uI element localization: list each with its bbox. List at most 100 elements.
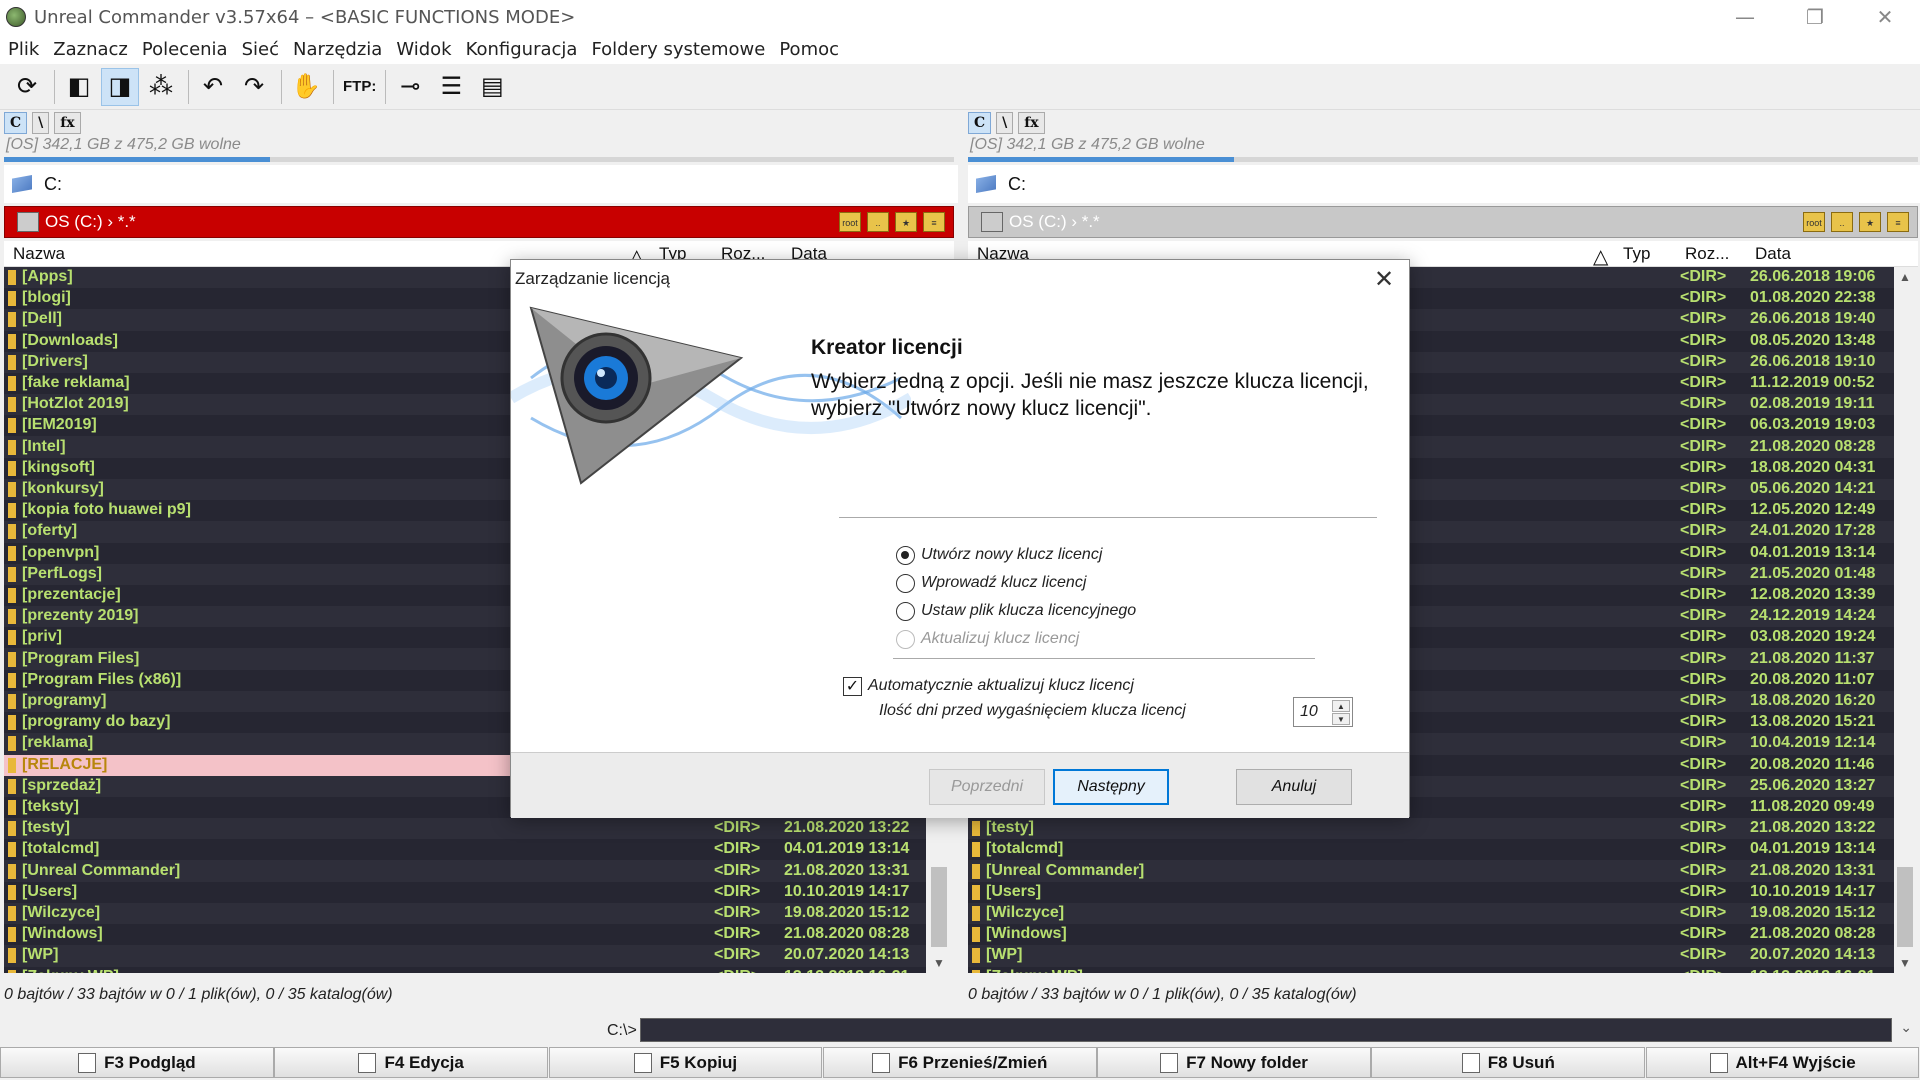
tree-view-icon[interactable]: ⁂ (142, 68, 180, 106)
chevron-down-icon[interactable]: ⌄ (1900, 1019, 1912, 1036)
folder-icon (8, 672, 16, 688)
auto-update-checkbox-row[interactable]: ✓ Automatycznie aktualizuj klucz licencj (843, 674, 1134, 698)
brief-view-icon[interactable]: ◧ (60, 68, 98, 106)
fx-button[interactable]: fx (54, 112, 81, 134)
file-name: [Apps] (22, 268, 73, 285)
table-row[interactable]: [totalcmd] <DIR> 04.01.2019 13:14 (4, 839, 926, 861)
table-row[interactable]: [Users] <DIR> 10.10.2019 14:17 (4, 881, 926, 903)
table-row[interactable]: [testy] <DIR> 21.08.2020 13:22 (4, 818, 926, 839)
fkey-button[interactable]: F4 Edycja (274, 1047, 549, 1078)
history-icon[interactable]: ≡ (923, 212, 945, 232)
path-row[interactable]: C: (968, 165, 1920, 203)
panel-header[interactable]: OS (C:) › *.* root .. ★ ≡ (4, 206, 954, 238)
option-enter-key[interactable]: Wprowadź klucz licencj (896, 571, 1086, 595)
panel-header[interactable]: OS (C:) › *.* root .. ★ ≡ (968, 206, 1918, 238)
close-button[interactable]: ✕ (1850, 0, 1920, 34)
menu-item[interactable]: Plik (8, 39, 39, 60)
column-size[interactable]: Roz... (1680, 244, 1729, 264)
file-name: [programy] (22, 692, 107, 709)
command-input[interactable] (640, 1018, 1892, 1042)
menu-item[interactable]: Pomoc (779, 39, 839, 60)
fkey-button[interactable]: F7 Nowy folder (1097, 1047, 1371, 1078)
drive-c-button[interactable]: C (968, 112, 992, 134)
stepper-up-icon[interactable]: ▲ (1332, 700, 1350, 712)
option-create-new-key[interactable]: Utwórz nowy klucz licencj (896, 543, 1102, 567)
root-button[interactable]: \ (32, 112, 50, 134)
fkey-button[interactable]: Alt+F4 Wyjście (1645, 1047, 1920, 1078)
folder-icon (8, 948, 16, 964)
back-button[interactable]: Poprzedni (929, 769, 1045, 805)
table-row[interactable]: [Zakupy WP] <DIR> 13.12.2018 16:21 (968, 966, 1894, 973)
file-name: [blogi] (22, 289, 71, 307)
scroll-down-icon[interactable]: ▼ (1894, 953, 1916, 973)
table-row[interactable]: [totalcmd] <DIR> 04.01.2019 13:14 (968, 839, 1894, 861)
queue-icon[interactable]: ☰ (432, 68, 470, 106)
pack-icon[interactable]: ✋ (287, 68, 325, 106)
stepper-down-icon[interactable]: ▼ (1332, 713, 1350, 725)
drive-c-button[interactable]: C (4, 112, 28, 134)
scroll-down-icon[interactable]: ▼ (928, 953, 950, 973)
days-stepper[interactable]: 10 ▲ ▼ (1293, 697, 1353, 727)
root-folder-icon[interactable]: root (839, 212, 861, 232)
favorites-icon[interactable]: ★ (1859, 212, 1881, 232)
path-row[interactable]: C: (4, 165, 958, 203)
menu-item[interactable]: Narzędzia (293, 39, 382, 60)
table-row[interactable]: [Users] <DIR> 10.10.2019 14:17 (968, 881, 1894, 903)
file-name: [Users] (22, 882, 78, 900)
file-date: 24.12.2019 14:24 (1750, 607, 1876, 625)
table-row[interactable]: [Unreal Commander] <DIR> 21.08.2020 13:31 (968, 861, 1894, 882)
up-folder-icon[interactable]: .. (867, 212, 889, 232)
menu-item[interactable]: Widok (396, 39, 451, 60)
fkey-button[interactable]: F6 Przenieś/Zmień (822, 1047, 1097, 1078)
connect-icon[interactable]: ⊸ (391, 68, 429, 106)
root-button[interactable]: \ (996, 112, 1014, 134)
fkey-button[interactable]: F8 Usuń (1371, 1047, 1646, 1078)
menu-item[interactable]: Polecenia (142, 39, 228, 60)
fx-button[interactable]: fx (1018, 112, 1045, 134)
fkey-button[interactable]: F5 Kopiuj (548, 1047, 823, 1078)
file-name: [Dell] (22, 310, 62, 328)
arrow-left-icon[interactable]: ↶ (194, 68, 232, 106)
menu-item[interactable]: Foldery systemowe (591, 39, 765, 60)
column-type[interactable]: Typ (1618, 244, 1650, 264)
scroll-up-icon[interactable]: ▲ (1894, 267, 1916, 287)
restore-button[interactable]: ❐ (1780, 0, 1850, 34)
table-row[interactable]: [WP] <DIR> 20.07.2020 14:13 (968, 945, 1894, 966)
up-folder-icon[interactable]: .. (1831, 212, 1853, 232)
table-row[interactable]: [Wilczyce] <DIR> 19.08.2020 15:12 (968, 903, 1894, 924)
fkey-button[interactable]: F3 Podgląd (0, 1047, 274, 1078)
full-view-icon[interactable]: ◨ (101, 67, 139, 106)
root-folder-icon[interactable]: root (1803, 212, 1825, 232)
radio-button[interactable] (896, 545, 915, 565)
notes-icon[interactable]: ▤ (473, 68, 511, 106)
table-row[interactable]: [Windows] <DIR> 21.08.2020 08:28 (968, 924, 1894, 946)
cancel-button[interactable]: Anuluj (1236, 769, 1352, 805)
radio-button[interactable] (896, 573, 915, 593)
table-row[interactable]: [Windows] <DIR> 21.08.2020 08:28 (4, 924, 926, 946)
table-row[interactable]: [Unreal Commander] <DIR> 21.08.2020 13:31 (4, 861, 926, 882)
days-value[interactable]: 10 (1300, 703, 1318, 721)
table-row[interactable]: [Wilczyce] <DIR> 19.08.2020 15:12 (4, 903, 926, 924)
column-date[interactable]: Data (1750, 244, 1791, 264)
favorites-icon[interactable]: ★ (895, 212, 917, 232)
menu-item[interactable]: Konfiguracja (466, 39, 578, 60)
scrollbar[interactable]: ▲ ▼ (1894, 267, 1916, 973)
option-set-key-file[interactable]: Ustaw plik klucza licencyjnego (896, 599, 1136, 623)
auto-update-checkbox[interactable]: ✓ (843, 676, 862, 696)
table-row[interactable]: [Zakupy WP] <DIR> 13.12.2018 16:21 (4, 966, 926, 973)
menu-item[interactable]: Sieć (242, 39, 279, 60)
file-date: 12.05.2020 12:49 (1750, 501, 1876, 519)
next-button[interactable]: Następny (1053, 769, 1169, 805)
menu-item[interactable]: Zaznacz (53, 39, 128, 60)
refresh-icon[interactable]: ⟳ (8, 68, 46, 106)
radio-button[interactable] (896, 601, 915, 621)
history-icon[interactable]: ≡ (1887, 212, 1909, 232)
column-name[interactable]: Nazwa (8, 244, 65, 264)
dialog-close-button[interactable]: ✕ (1369, 264, 1399, 294)
arrow-right-icon[interactable]: ↷ (235, 68, 273, 106)
table-row[interactable]: [testy] <DIR> 21.08.2020 13:22 (968, 818, 1894, 839)
scroll-thumb[interactable] (931, 867, 947, 947)
scroll-thumb[interactable] (1897, 867, 1913, 947)
table-row[interactable]: [WP] <DIR> 20.07.2020 14:13 (4, 945, 926, 966)
minimize-button[interactable]: — (1710, 0, 1780, 34)
